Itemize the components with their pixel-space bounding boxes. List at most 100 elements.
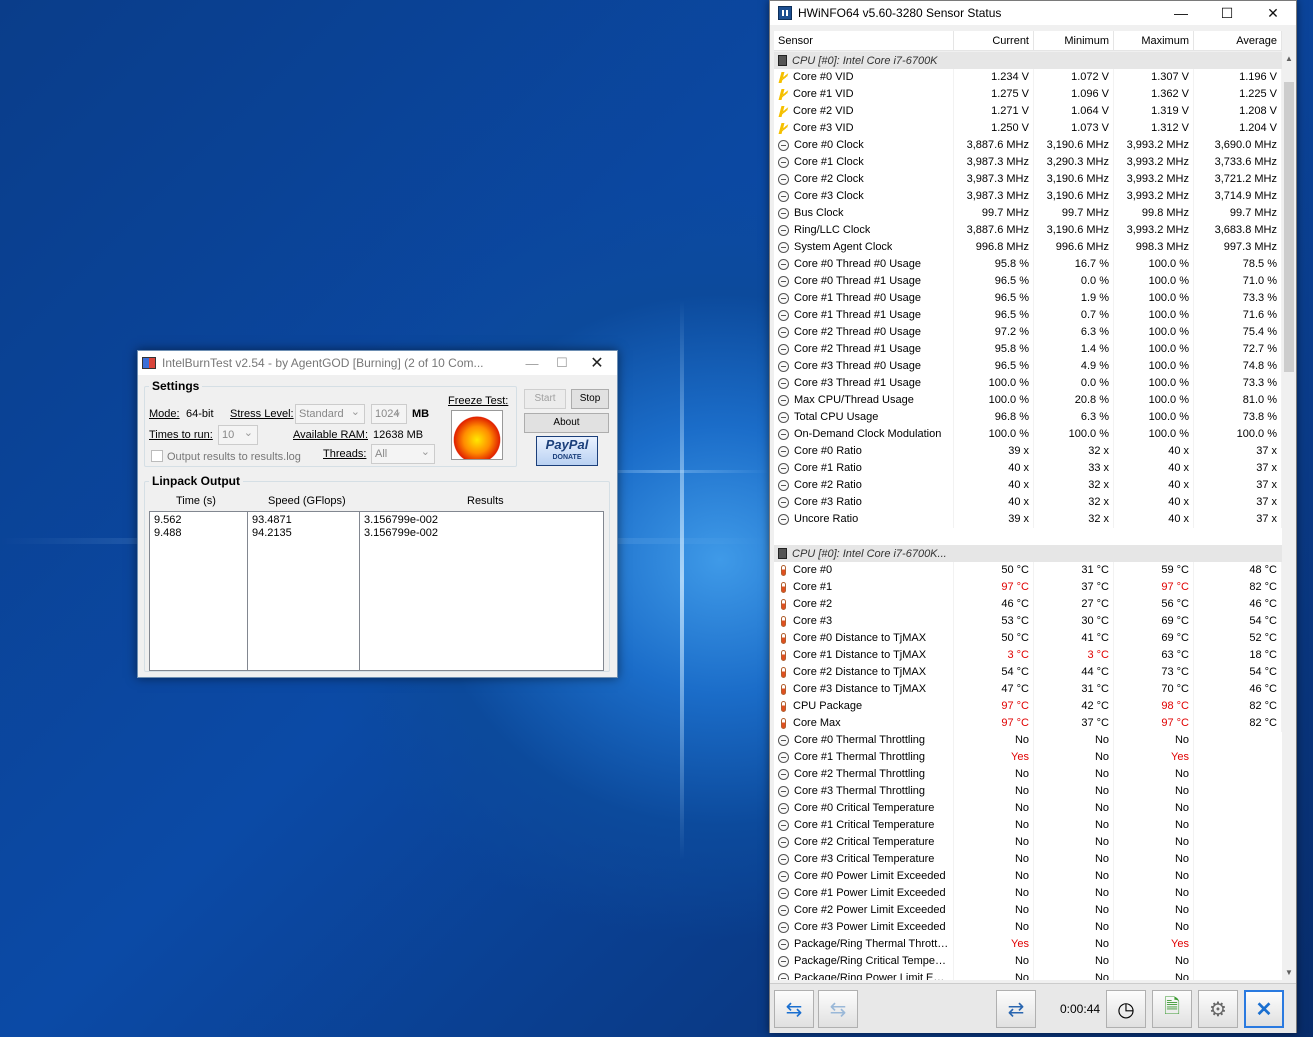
sensor-row[interactable]: Core #2 Thread #1 Usage 95.8 % 1.4 % 100.0 … bbox=[774, 341, 1282, 358]
sensor-row[interactable]: Core #1 Distance to TjMAX 3 °C 3 °C 63 °C 18… bbox=[774, 647, 1282, 664]
sensor-row[interactable]: Core #0 Thermal Throttling No No No bbox=[774, 732, 1282, 749]
sensor-row[interactable]: Core #1 97 °C 37 °C 97 °C 82 °C bbox=[774, 579, 1282, 596]
stress-level-select[interactable]: Standard bbox=[295, 403, 365, 424]
network-icon[interactable]: ⇄ bbox=[996, 990, 1036, 1028]
sensor-group-header[interactable]: CPU [#0]: Intel Core i7-6700K... bbox=[774, 545, 1282, 562]
sensor-row[interactable]: Core #3 Ratio 40 x 32 x 40 x 37 x bbox=[774, 494, 1282, 511]
col-average[interactable]: Average bbox=[1194, 31, 1282, 50]
sensor-row[interactable]: Core #2 Power Limit Exceeded No No No bbox=[774, 902, 1282, 919]
sensor-row[interactable]: Total CPU Usage 96.8 % 6.3 % 100.0 % 73.8 % bbox=[774, 409, 1282, 426]
maximize-button[interactable]: ☐ bbox=[1204, 1, 1250, 25]
sensor-row[interactable]: Core #2 Critical Temperature No No No bbox=[774, 834, 1282, 851]
sensor-row[interactable]: Core #0 Ratio 39 x 32 x 40 x 37 x bbox=[774, 443, 1282, 460]
col-sensor[interactable]: Sensor bbox=[774, 31, 954, 50]
col-maximum[interactable]: Maximum bbox=[1114, 31, 1194, 50]
sensor-row[interactable]: Bus Clock 99.7 MHz 99.7 MHz 99.8 MHz 99.7 MH… bbox=[774, 205, 1282, 222]
freeze-test-fire-icon[interactable] bbox=[451, 410, 503, 460]
scroll-down-icon[interactable]: ▼ bbox=[1282, 966, 1296, 980]
sensor-group-header[interactable]: CPU [#0]: Intel Core i7-6700K bbox=[774, 52, 1282, 69]
sensor-row[interactable]: Core #3 Thermal Throttling No No No bbox=[774, 783, 1282, 800]
start-button[interactable]: Start bbox=[524, 389, 566, 409]
sensor-row[interactable]: Core #1 VID 1.275 V 1.096 V 1.362 V 1.225 V bbox=[774, 86, 1282, 103]
sensor-row[interactable]: Core #0 Critical Temperature No No No bbox=[774, 800, 1282, 817]
sensor-row[interactable]: Core #3 53 °C 30 °C 69 °C 54 °C bbox=[774, 613, 1282, 630]
scroll-thumb[interactable] bbox=[1284, 82, 1294, 372]
ibt-titlebar[interactable]: IntelBurnTest v2.54 - by AgentGOD [Burni… bbox=[138, 351, 617, 375]
sensor-gauge-icon bbox=[778, 140, 789, 151]
sensor-list[interactable]: CPU [#0]: Intel Core i7-6700K Core #0 VID… bbox=[774, 52, 1282, 980]
sensor-row[interactable]: Core #3 Distance to TjMAX 47 °C 31 °C 70 °C… bbox=[774, 681, 1282, 698]
sensor-row[interactable]: Core #1 Ratio 40 x 33 x 40 x 37 x bbox=[774, 460, 1282, 477]
threads-select[interactable]: All bbox=[371, 443, 435, 464]
sensor-group-label: CPU [#0]: Intel Core i7-6700K... bbox=[792, 547, 947, 560]
sensor-row[interactable]: Core #2 Distance to TjMAX 54 °C 44 °C 73 °C… bbox=[774, 664, 1282, 681]
paypal-donate-button[interactable]: PayPal DONATE bbox=[536, 436, 598, 466]
sensor-row[interactable]: On-Demand Clock Modulation 100.0 % 100.0 %… bbox=[774, 426, 1282, 443]
sensor-row[interactable]: Core #1 Clock 3,987.3 MHz 3,290.3 MHz 3,993… bbox=[774, 154, 1282, 171]
sensor-row[interactable]: Core #1 Thermal Throttling Yes No Yes bbox=[774, 749, 1282, 766]
close-button[interactable]: ✕ bbox=[1250, 1, 1296, 25]
settings-gear-icon[interactable]: ⚙ bbox=[1198, 990, 1238, 1028]
ibt-close-button[interactable]: ✕ bbox=[577, 351, 617, 375]
sensor-current-value: 96.5 % bbox=[954, 307, 1034, 324]
sensor-gauge-icon bbox=[778, 344, 789, 355]
sensor-row[interactable]: CPU Package 97 °C 42 °C 98 °C 82 °C bbox=[774, 698, 1282, 715]
sensor-row[interactable]: Core #3 Thread #0 Usage 96.5 % 4.9 % 100.0 … bbox=[774, 358, 1282, 375]
linpack-output-list[interactable]: 9.562 9.488 93.4871 94.2135 3.156799e-00… bbox=[149, 511, 604, 671]
col-minimum[interactable]: Minimum bbox=[1034, 31, 1114, 50]
out-cell: 3.156799e-002 bbox=[364, 527, 439, 539]
out-header-speed: Speed (GFlops) bbox=[268, 495, 346, 507]
sensor-maximum-value: 40 x bbox=[1114, 460, 1194, 477]
nav-left-right-icon[interactable]: ⇆ bbox=[774, 990, 814, 1028]
clock-reset-icon[interactable]: ◷ bbox=[1106, 990, 1146, 1028]
minimize-button[interactable]: — bbox=[1158, 1, 1204, 25]
sensor-scrollbar[interactable]: ▲ ▼ bbox=[1282, 52, 1296, 980]
ibt-minimize-button[interactable]: — bbox=[517, 351, 547, 375]
output-results-checkbox[interactable] bbox=[151, 450, 163, 462]
col-current[interactable]: Current bbox=[954, 31, 1034, 50]
sensor-row[interactable]: Core #2 Thermal Throttling No No No bbox=[774, 766, 1282, 783]
sensor-row[interactable]: Core #3 Critical Temperature No No No bbox=[774, 851, 1282, 868]
sensor-row[interactable]: Core #1 Critical Temperature No No No bbox=[774, 817, 1282, 834]
about-button[interactable]: About bbox=[524, 413, 609, 433]
nav-disabled-icon[interactable]: ⇆ bbox=[818, 990, 858, 1028]
log-add-icon[interactable]: 🗎 bbox=[1152, 990, 1192, 1028]
sensor-row[interactable]: Core #0 Thread #0 Usage 95.8 % 16.7 % 100.0… bbox=[774, 256, 1282, 273]
sensor-row[interactable]: Core #3 Power Limit Exceeded No No No bbox=[774, 919, 1282, 936]
sensor-row[interactable]: Core #0 Distance to TjMAX 50 °C 41 °C 69 °C… bbox=[774, 630, 1282, 647]
sensor-row[interactable]: Core #0 50 °C 31 °C 59 °C 48 °C bbox=[774, 562, 1282, 579]
sensor-row[interactable]: Package/Ring Power Limit Exc... No No No bbox=[774, 970, 1282, 980]
sensor-row[interactable]: Ring/LLC Clock 3,887.6 MHz 3,190.6 MHz 3,99… bbox=[774, 222, 1282, 239]
times-to-run-input[interactable]: 10 bbox=[218, 424, 258, 445]
sensor-row[interactable]: Core #1 Thread #0 Usage 96.5 % 1.9 % 100.0 … bbox=[774, 290, 1282, 307]
sensor-row[interactable]: Core #3 Thread #1 Usage 100.0 % 0.0 % 100.0… bbox=[774, 375, 1282, 392]
sensor-row[interactable]: Core #2 Ratio 40 x 32 x 40 x 37 x bbox=[774, 477, 1282, 494]
scroll-up-icon[interactable]: ▲ bbox=[1282, 52, 1296, 66]
sensor-row[interactable]: Core #3 VID 1.250 V 1.073 V 1.312 V 1.204 V bbox=[774, 120, 1282, 137]
out-cell: 9.488 bbox=[154, 527, 182, 539]
sensor-average-value: 18 °C bbox=[1194, 647, 1282, 664]
sensor-row[interactable]: Core #0 VID 1.234 V 1.072 V 1.307 V 1.196 V bbox=[774, 69, 1282, 86]
out-cell: 94.2135 bbox=[252, 527, 292, 539]
sensor-row[interactable]: System Agent Clock 996.8 MHz 996.6 MHz 998.… bbox=[774, 239, 1282, 256]
sensor-row[interactable]: Package/Ring Thermal Throttling Yes No Yes bbox=[774, 936, 1282, 953]
sensor-row[interactable]: Max CPU/Thread Usage 100.0 % 20.8 % 100.0 %… bbox=[774, 392, 1282, 409]
stop-button[interactable]: Stop bbox=[571, 389, 609, 409]
sensor-row[interactable]: Core #2 VID 1.271 V 1.064 V 1.319 V 1.208 V bbox=[774, 103, 1282, 120]
sensor-row[interactable]: Core #2 46 °C 27 °C 56 °C 46 °C bbox=[774, 596, 1282, 613]
close-sensors-icon[interactable]: ✕ bbox=[1244, 990, 1284, 1028]
ibt-maximize-button[interactable]: ☐ bbox=[547, 351, 577, 375]
sensor-row[interactable]: Core #0 Clock 3,887.6 MHz 3,190.6 MHz 3,993… bbox=[774, 137, 1282, 154]
sensor-row[interactable]: Core #0 Thread #1 Usage 96.5 % 0.0 % 100.0 … bbox=[774, 273, 1282, 290]
sensor-row[interactable]: Package/Ring Critical Tempera... No No No bbox=[774, 953, 1282, 970]
sensor-row[interactable]: Core Max 97 °C 37 °C 97 °C 82 °C bbox=[774, 715, 1282, 732]
sensor-row[interactable]: Uncore Ratio 39 x 32 x 40 x 37 x bbox=[774, 511, 1282, 528]
sensor-row[interactable]: Core #2 Clock 3,987.3 MHz 3,190.6 MHz 3,993… bbox=[774, 171, 1282, 188]
sensor-row[interactable]: Core #1 Power Limit Exceeded No No No bbox=[774, 885, 1282, 902]
sensor-row[interactable]: Core #3 Clock 3,987.3 MHz 3,190.6 MHz 3,993… bbox=[774, 188, 1282, 205]
sensor-row[interactable]: Core #2 Thread #0 Usage 97.2 % 6.3 % 100.0 … bbox=[774, 324, 1282, 341]
sensor-row[interactable]: Core #1 Thread #1 Usage 96.5 % 0.7 % 100.0 … bbox=[774, 307, 1282, 324]
hwinfo-titlebar[interactable]: HWiNFO64 v5.60-3280 Sensor Status — ☐ ✕ bbox=[770, 1, 1296, 25]
memory-mb-input[interactable]: 1024 bbox=[371, 403, 407, 424]
sensor-row[interactable]: Core #0 Power Limit Exceeded No No No bbox=[774, 868, 1282, 885]
